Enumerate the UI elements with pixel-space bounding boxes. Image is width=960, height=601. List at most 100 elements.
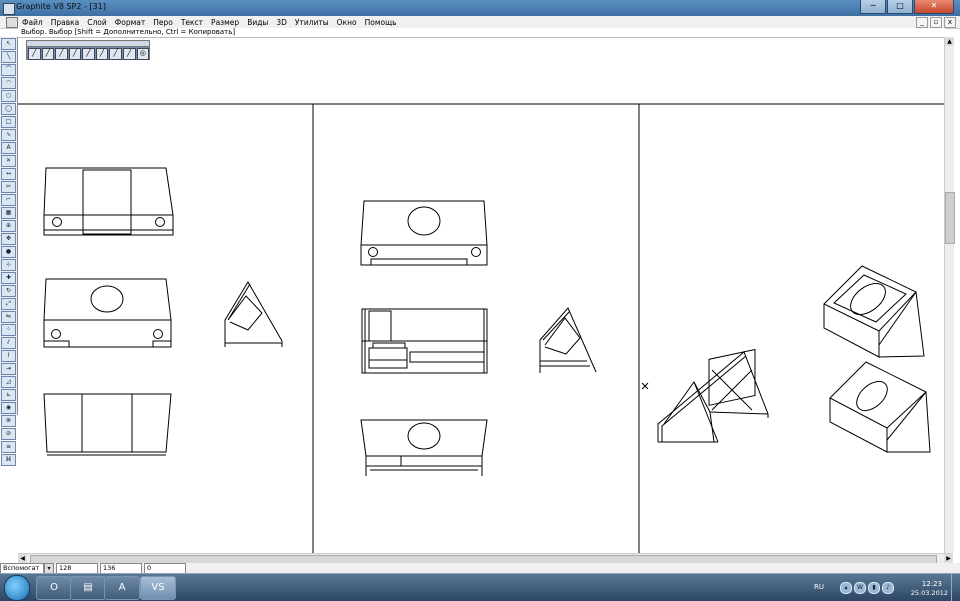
view-tool-icon[interactable]: ◉ — [1, 402, 16, 414]
taskbar-explorer-icon[interactable]: ▤ — [70, 576, 106, 600]
document-window-controls: _ ▫ x — [914, 17, 956, 28]
scroll-up-icon[interactable]: ▲ — [945, 37, 954, 46]
polyline-tool-icon[interactable]: ⌒ — [1, 64, 16, 76]
spline-tool-icon[interactable]: ∿ — [1, 129, 16, 141]
pen-4-icon[interactable]: ╱ — [68, 48, 82, 60]
pen-5-icon[interactable]: ╱ — [82, 48, 95, 60]
tray-arrow-icon[interactable]: ▴ — [840, 582, 852, 594]
pen-9-icon[interactable]: ◎ — [136, 48, 150, 60]
maximize-button[interactable]: □ — [887, 0, 913, 14]
menu-format[interactable]: Формат — [111, 18, 149, 27]
rotate-tool-icon[interactable]: ↻ — [1, 285, 16, 297]
menu-dimension[interactable]: Размер — [207, 18, 243, 27]
pen-palette-row: ╱ ╱ ╱ ╱ ╱ ╱ ╱ ╱ ◎ — [26, 46, 150, 60]
taskbar: O ▤ A VS RU ▴ W ▮ ♪ 12:23 25.03.2012 — [0, 573, 960, 601]
section-tool-icon[interactable]: ⊘ — [1, 428, 16, 440]
pen-8-icon[interactable]: ╱ — [122, 48, 136, 60]
chamfer-tool-icon[interactable]: ◿ — [1, 376, 16, 388]
system-tray: RU ▴ W ▮ ♪ 12:23 25.03.2012 — [810, 574, 960, 601]
document-icon[interactable] — [6, 16, 18, 28]
menu-views[interactable]: Виды — [243, 18, 272, 27]
color-tool-icon[interactable]: ● — [1, 246, 16, 258]
show-desktop-button[interactable] — [951, 574, 960, 601]
snap-tool-icon[interactable]: ⊹ — [1, 259, 16, 271]
menu-utilities[interactable]: Утилиты — [291, 18, 333, 27]
ellipse-tool-icon[interactable]: ◯ — [1, 103, 16, 115]
menu-file[interactable]: Файл — [18, 18, 47, 27]
pan-tool-icon[interactable]: ✥ — [1, 233, 16, 245]
view-section — [361, 308, 488, 374]
pen-3-icon[interactable]: ╱ — [55, 48, 68, 60]
doc-minimize-button[interactable]: _ — [916, 17, 928, 28]
taskbar-graphite-icon[interactable]: VS — [140, 576, 176, 600]
view-side-2 — [539, 307, 597, 373]
line-tool-icon[interactable]: ╲ — [1, 51, 16, 63]
cursor-crosshair — [641, 382, 649, 390]
menu-pen[interactable]: Перо — [149, 18, 177, 27]
pen-palette: ╱ ╱ ╱ ╱ ╱ ╱ ╱ ╱ ◎ — [26, 40, 150, 60]
horizontal-scrollbar[interactable]: ◀ ▶ — [18, 553, 953, 564]
layer-tool-icon[interactable]: ≡ — [1, 441, 16, 453]
attribute-tool-icon[interactable]: ⌘ — [1, 454, 16, 466]
pen-1-icon[interactable]: ╱ — [28, 48, 41, 60]
orbit-tool-icon[interactable]: ⊗ — [1, 415, 16, 427]
hatch-tool-icon[interactable]: ▦ — [1, 207, 16, 219]
menu-text[interactable]: Текст — [177, 18, 207, 27]
text-tool-icon[interactable]: A — [1, 142, 16, 154]
window-title: Graphite V8 SP2 - [31] — [16, 2, 106, 11]
pen-2-icon[interactable]: ╱ — [41, 48, 55, 60]
trim-tool-icon[interactable]: ✂ — [1, 181, 16, 193]
dimension-tool-icon[interactable]: ↔ — [1, 168, 16, 180]
array-tool-icon[interactable]: ⁘ — [1, 324, 16, 336]
view-bottom — [360, 419, 488, 476]
view-side-1 — [224, 281, 283, 347]
scroll-right-icon[interactable]: ▶ — [944, 554, 953, 563]
menu-edit[interactable]: Правка — [47, 18, 84, 27]
view-front-2 — [43, 278, 172, 348]
data-entry-bar: Вспомогат ▾ 128 136 0 — [0, 563, 960, 574]
drawing-canvas[interactable] — [18, 37, 945, 553]
break-tool-icon[interactable]: ⌇ — [1, 350, 16, 362]
menu-window[interactable]: Окно — [333, 18, 361, 27]
pen-7-icon[interactable]: ╱ — [109, 48, 122, 60]
network-icon[interactable]: ▮ — [868, 582, 880, 594]
doc-close-button[interactable]: x — [944, 17, 956, 28]
menu-layer[interactable]: Слой — [83, 18, 111, 27]
taskbar-archicad-icon[interactable]: A — [104, 576, 140, 600]
symbol-tool-icon[interactable]: ✕ — [1, 155, 16, 167]
close-button[interactable]: ✕ — [914, 0, 954, 14]
tray-app-icon[interactable]: W — [854, 582, 866, 594]
clock-time[interactable]: 12:23 — [922, 580, 942, 588]
start-button[interactable] — [4, 575, 30, 601]
extend-tool-icon[interactable]: ⇥ — [1, 363, 16, 375]
vertical-scroll-thumb[interactable] — [945, 192, 955, 244]
zoom-tool-icon[interactable]: ⊕ — [1, 220, 16, 232]
menu-3d[interactable]: 3D — [272, 18, 291, 27]
vertical-scrollbar[interactable]: ▲ — [944, 37, 955, 553]
view-front-1 — [43, 167, 174, 236]
app-icon[interactable] — [3, 3, 15, 15]
pen-6-icon[interactable]: ╱ — [95, 48, 109, 60]
doc-restore-button[interactable]: ▫ — [930, 17, 942, 28]
scroll-left-icon[interactable]: ◀ — [18, 554, 27, 563]
left-toolbox: ↖ ╲ ⌒ ◠ ○ ◯ □ ∿ A ✕ ↔ ✂ ⌐ ▦ ⊕ ✥ ● ⊹ ✚ ↻ … — [0, 37, 18, 466]
measure-tool-icon[interactable]: ⊾ — [1, 389, 16, 401]
circle-tool-icon[interactable]: ○ — [1, 90, 16, 102]
rectangle-tool-icon[interactable]: □ — [1, 116, 16, 128]
minimize-button[interactable]: ─ — [860, 0, 886, 14]
taskbar-opera-icon[interactable]: O — [36, 576, 72, 600]
menu-help[interactable]: Помощь — [361, 18, 401, 27]
scale-tool-icon[interactable]: ⤢ — [1, 298, 16, 310]
move-tool-icon[interactable]: ✚ — [1, 272, 16, 284]
clock-date[interactable]: 25.03.2012 — [911, 589, 948, 597]
select-tool-icon[interactable]: ↖ — [1, 38, 16, 50]
window-controls: ─ □ ✕ — [859, 0, 954, 14]
language-indicator[interactable]: RU — [814, 583, 824, 591]
fillet-tool-icon[interactable]: ⌐ — [1, 194, 16, 206]
arc-tool-icon[interactable]: ◠ — [1, 77, 16, 89]
view-front-3 — [43, 393, 172, 456]
view-iso-box-2 — [829, 361, 931, 453]
offset-tool-icon[interactable]: ⫽ — [1, 337, 16, 349]
volume-icon[interactable]: ♪ — [882, 582, 894, 594]
mirror-tool-icon[interactable]: ⇋ — [1, 311, 16, 323]
